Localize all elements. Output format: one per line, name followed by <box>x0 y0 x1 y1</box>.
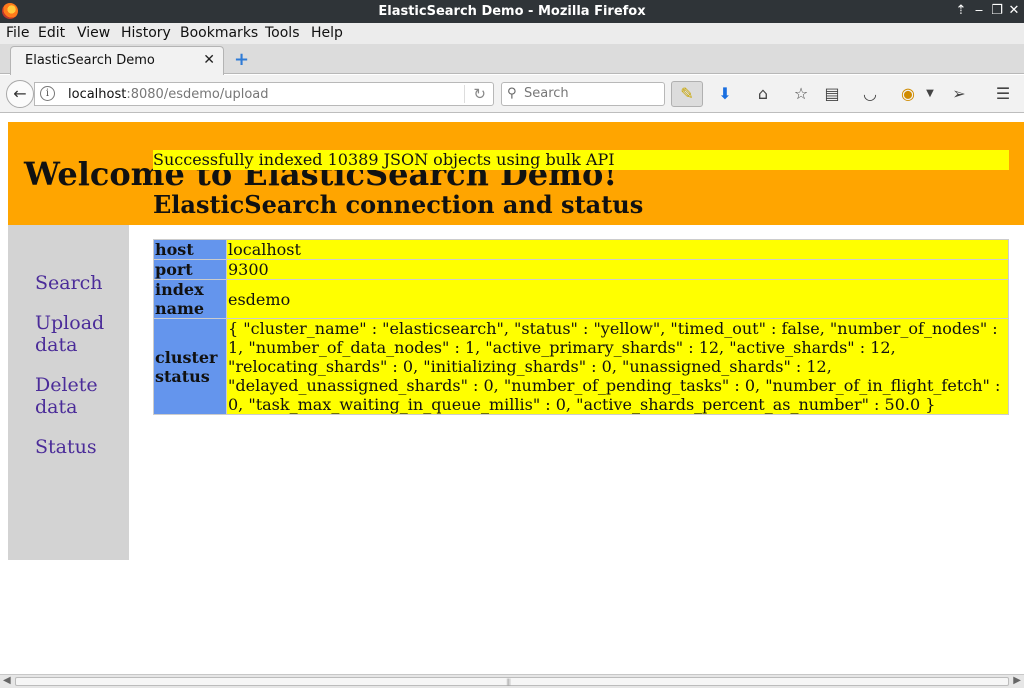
horizontal-scrollbar[interactable]: ◀ ||| ▶ <box>0 674 1024 688</box>
table-value: 9300 <box>227 260 1008 279</box>
info-icon[interactable]: i <box>40 86 55 101</box>
pocket-icon[interactable]: ◡ <box>859 83 881 105</box>
search-bar[interactable]: ⚲ <box>501 82 665 106</box>
search-input[interactable] <box>524 86 659 101</box>
tab-label: ElasticSearch Demo <box>25 53 155 68</box>
menu-tools[interactable]: Tools <box>265 25 300 41</box>
menu-bar: File Edit View History Bookmarks Tools H… <box>0 23 1024 44</box>
navigation-bar: ← i localhost:8080/esdemo/upload ↻ ⚲ ✎ ⬇… <box>0 75 1024 113</box>
search-icon: ⚲ <box>507 86 517 101</box>
new-tab-icon[interactable]: + <box>234 49 249 70</box>
sidebar-link-upload-data[interactable]: Upload data <box>35 312 125 356</box>
table-value: localhost <box>227 240 1008 259</box>
menu-edit[interactable]: Edit <box>38 25 65 41</box>
back-arrow-icon[interactable]: ← <box>6 80 34 108</box>
table-value: { "cluster_name" : "elasticsearch", "sta… <box>227 319 1008 414</box>
home-icon[interactable]: ⌂ <box>752 83 774 105</box>
window-maximize-icon[interactable]: ❐ <box>989 3 1005 18</box>
table-row: host localhost <box>154 240 1008 259</box>
tab-close-icon[interactable]: ✕ <box>203 52 215 68</box>
table-row: cluster status { "cluster_name" : "elast… <box>154 319 1008 414</box>
scrollbar-thumb[interactable]: ||| <box>15 677 1009 686</box>
chevron-down-icon[interactable]: ▼ <box>919 83 941 105</box>
grip-icon: ||| <box>506 678 511 686</box>
url-host: localhost <box>68 87 127 102</box>
reload-icon[interactable]: ↻ <box>464 85 486 103</box>
window-close-icon[interactable]: ✕ <box>1006 3 1022 18</box>
table-key: host <box>154 240 226 259</box>
window-title: ElasticSearch Demo - Mozilla Firefox <box>378 4 646 19</box>
hamburger-menu-icon[interactable]: ☰ <box>992 83 1014 105</box>
sidebar: Search Upload data Delete data Status <box>8 225 129 560</box>
tab-strip: ElasticSearch Demo ✕ + <box>0 44 1024 75</box>
clipboard-icon[interactable]: ▤ <box>821 83 843 105</box>
section-title: ElasticSearch connection and status <box>153 190 644 219</box>
menu-bookmarks[interactable]: Bookmarks <box>180 25 258 41</box>
menu-view[interactable]: View <box>77 25 110 41</box>
table-row: port 9300 <box>154 260 1008 279</box>
scroll-left-icon[interactable]: ◀ <box>3 675 11 686</box>
table-value: esdemo <box>227 280 1008 318</box>
extension-icon[interactable]: ◉ <box>897 83 919 105</box>
download-icon[interactable]: ⬇ <box>714 83 736 105</box>
status-table: host localhost port 9300 index name esde… <box>153 239 1009 415</box>
table-key: cluster status <box>154 319 226 414</box>
menu-help[interactable]: Help <box>311 25 343 41</box>
table-row: index name esdemo <box>154 280 1008 318</box>
menu-history[interactable]: History <box>121 25 171 41</box>
table-key: port <box>154 260 226 279</box>
send-icon[interactable]: ➢ <box>948 83 970 105</box>
menu-file[interactable]: File <box>6 25 29 41</box>
window-titlebar: ElasticSearch Demo - Mozilla Firefox ⇡ ‒… <box>0 0 1024 23</box>
window-minimize-icon[interactable]: ‒ <box>971 3 987 18</box>
highlighter-icon[interactable]: ✎ <box>671 81 703 107</box>
url-path: :8080/esdemo/upload <box>126 87 269 102</box>
tab-elasticsearch-demo[interactable]: ElasticSearch Demo ✕ <box>10 46 224 75</box>
success-message: Successfully indexed 10389 JSON objects … <box>153 150 1009 170</box>
table-key: index name <box>154 280 226 318</box>
url-text[interactable]: localhost:8080/esdemo/upload <box>68 87 269 102</box>
main-content: Successfully indexed 10389 JSON objects … <box>153 150 1009 415</box>
star-icon[interactable]: ☆ <box>790 83 812 105</box>
sidebar-link-status[interactable]: Status <box>35 436 125 458</box>
scroll-right-icon[interactable]: ▶ <box>1013 675 1021 686</box>
window-up-icon[interactable]: ⇡ <box>953 3 969 18</box>
sidebar-link-search[interactable]: Search <box>35 272 125 294</box>
url-bar[interactable]: i localhost:8080/esdemo/upload ↻ <box>34 82 494 106</box>
sidebar-link-delete-data[interactable]: Delete data <box>35 374 125 418</box>
